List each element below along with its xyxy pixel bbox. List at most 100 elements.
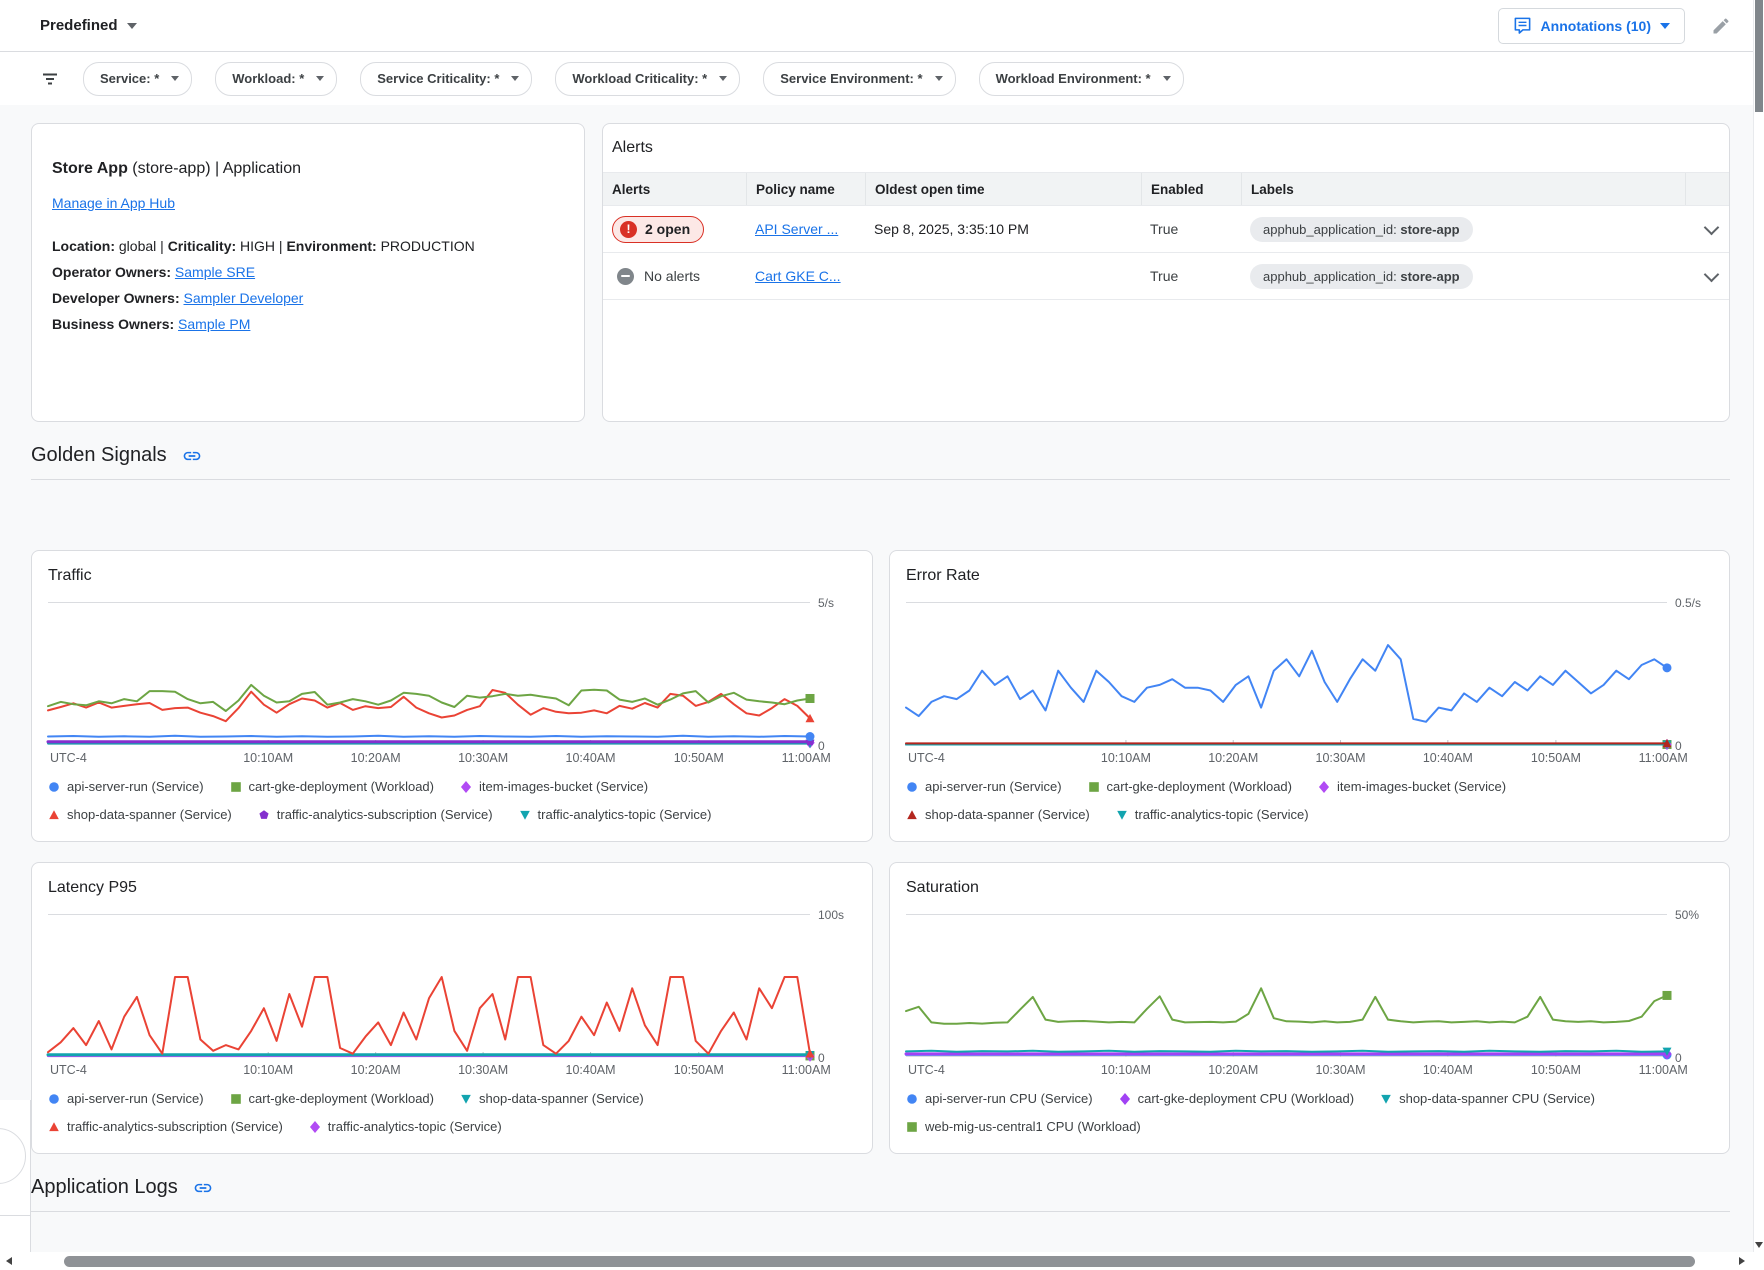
legend-circle-icon <box>906 781 918 793</box>
comment-icon <box>1513 16 1532 35</box>
legend-item: traffic-analytics-topic (Service) <box>1116 802 1309 828</box>
dashboard-main: Predefined Annotations (10) <box>0 0 1753 1252</box>
developer-owner-link[interactable]: Sampler Developer <box>184 290 304 306</box>
chevron-down-icon <box>935 76 943 81</box>
filter-chip-workload-criticality[interactable]: Workload Criticality: * <box>555 62 740 96</box>
legend-label: shop-data-spanner (Service) <box>479 1086 644 1112</box>
filter-chip-service-environment[interactable]: Service Environment: * <box>763 62 955 96</box>
alerts-table-header: Alerts Policy name Oldest open time Enab… <box>603 172 1729 206</box>
application-metadata: Location: global | Criticality: HIGH | E… <box>52 233 564 337</box>
filter-chip-workload[interactable]: Workload: * <box>215 62 337 96</box>
legend-triangle-down-icon <box>1380 1093 1392 1105</box>
legend-triangle-up-icon <box>48 809 60 821</box>
x-tick-label: 10:20AM <box>351 1063 401 1077</box>
section-title: Application Logs <box>31 1176 178 1199</box>
timezone-label: UTC-4 <box>908 751 945 765</box>
label-pill: apphub_application_id: store-app <box>1250 264 1473 289</box>
scroll-down-arrow-icon[interactable] <box>1755 1242 1763 1248</box>
business-owners-line: Business Owners: Sample PM <box>52 311 564 337</box>
scroll-right-arrow-icon[interactable] <box>1739 1257 1745 1265</box>
legend-label: traffic-analytics-topic (Service) <box>538 802 712 828</box>
chevron-down-icon[interactable] <box>1704 219 1720 235</box>
chart-plot-area[interactable] <box>906 913 1667 1058</box>
policy-link[interactable]: API Server ... <box>755 221 838 237</box>
chevron-down-icon <box>1163 76 1171 81</box>
filter-chip-label: Workload Environment: * <box>996 71 1151 86</box>
filter-chip-label: Service Environment: * <box>780 71 922 86</box>
legend-item: shop-data-spanner (Service) <box>48 802 232 828</box>
legend-square-icon <box>906 1121 918 1133</box>
chevron-down-icon[interactable] <box>1704 266 1720 282</box>
legend-label: shop-data-spanner (Service) <box>67 802 232 828</box>
chart-plot-area[interactable] <box>48 913 810 1058</box>
chevron-down-icon <box>127 23 137 29</box>
filter-chip-service[interactable]: Service: * <box>83 62 192 96</box>
x-tick-label: 10:30AM <box>458 1063 508 1077</box>
x-tick-label: 11:00AM <box>782 751 831 765</box>
location-line: Location: global | Criticality: HIGH | E… <box>52 233 564 259</box>
column-header-policy-name: Policy name <box>746 173 865 205</box>
link-icon[interactable] <box>193 1178 213 1198</box>
chevron-down-icon <box>511 76 519 81</box>
operator-owner-link[interactable]: Sample SRE <box>175 264 255 280</box>
toolbar: Predefined Annotations (10) <box>0 0 1753 52</box>
x-axis: UTC-4 10:10AM10:20AM10:30AM10:40AM10:50A… <box>906 746 1667 768</box>
application-title: Store App (store-app) | Application <box>52 160 564 178</box>
x-tick-label: 10:50AM <box>1531 751 1581 765</box>
y-axis-labels: 50% 0 <box>1667 913 1713 1058</box>
x-tick-label: 11:00AM <box>782 1063 831 1077</box>
scroll-left-arrow-icon[interactable] <box>6 1257 12 1265</box>
legend-label: web-mig-us-central1 CPU (Workload) <box>925 1114 1141 1140</box>
column-header-oldest-open-time: Oldest open time <box>865 173 1141 205</box>
vertical-scrollbar[interactable] <box>1753 0 1764 1252</box>
x-tick-label: 10:10AM <box>243 1063 293 1077</box>
x-axis: UTC-4 10:10AM10:20AM10:30AM10:40AM10:50A… <box>48 1058 810 1080</box>
legend-square-icon <box>230 1093 242 1105</box>
x-tick-label: 10:50AM <box>674 751 724 765</box>
legend-square-icon <box>230 781 242 793</box>
legend-diamond-icon <box>460 781 472 793</box>
legend-label: cart-gke-deployment CPU (Workload) <box>1138 1086 1355 1112</box>
alert-row: ! 2 open API Server ... Sep 8, 2025, 3:3… <box>603 206 1729 253</box>
legend-item: web-mig-us-central1 CPU (Workload) <box>906 1114 1141 1140</box>
enabled-value: True <box>1150 268 1178 284</box>
chart-plot-area[interactable] <box>48 601 810 746</box>
policy-link[interactable]: Cart GKE C... <box>755 268 841 284</box>
link-icon[interactable] <box>182 446 202 466</box>
annotations-button[interactable]: Annotations (10) <box>1498 8 1685 44</box>
filter-bar: Service: * Workload: * Service Criticali… <box>0 52 1753 105</box>
x-tick-label: 10:40AM <box>566 1063 616 1077</box>
edit-button[interactable] <box>1707 12 1735 40</box>
legend-triangle-up-icon <box>48 1121 60 1133</box>
view-selector[interactable]: Predefined <box>40 17 137 34</box>
legend-label: shop-data-spanner (Service) <box>925 802 1090 828</box>
chart-title: Latency P95 <box>48 879 856 897</box>
chevron-down-icon <box>1660 23 1670 29</box>
horizontal-scrollbar[interactable] <box>0 1252 1753 1270</box>
oldest-open-time: Sep 8, 2025, 3:35:10 PM <box>874 221 1029 237</box>
legend-triangle-up-icon <box>906 809 918 821</box>
business-owner-link[interactable]: Sample PM <box>178 316 250 332</box>
filter-chip-workload-environment[interactable]: Workload Environment: * <box>979 62 1184 96</box>
legend-item: traffic-analytics-subscription (Service) <box>258 802 493 828</box>
application-info-card: Store App (store-app) | Application Mana… <box>31 123 585 422</box>
column-header-labels: Labels <box>1241 173 1685 205</box>
legend-item: api-server-run (Service) <box>48 1086 204 1112</box>
x-tick-label: 10:50AM <box>1531 1063 1581 1077</box>
chevron-down-icon <box>316 76 324 81</box>
chart-error-rate: Error Rate 0.5/s 0 UTC-4 10:10AM10:20AM1… <box>889 550 1730 842</box>
y-max-label: 100s <box>818 908 844 922</box>
chart-plot-area[interactable] <box>906 601 1667 746</box>
manage-app-hub-link[interactable]: Manage in App Hub <box>52 195 175 211</box>
chart-title: Error Rate <box>906 567 1713 585</box>
legend-circle-icon <box>48 1093 60 1105</box>
filter-chip-service-criticality[interactable]: Service Criticality: * <box>360 62 532 96</box>
legend-item: traffic-analytics-subscription (Service) <box>48 1114 283 1140</box>
horizontal-scrollbar-thumb[interactable] <box>64 1256 1695 1267</box>
filter-chip-label: Service: * <box>100 71 159 86</box>
legend-triangle-down-icon <box>460 1093 472 1105</box>
x-tick-label: 10:20AM <box>351 751 401 765</box>
vertical-scrollbar-thumb[interactable] <box>1755 0 1763 112</box>
application-name: Store App <box>52 160 128 177</box>
legend-label: cart-gke-deployment (Workload) <box>249 1086 434 1112</box>
